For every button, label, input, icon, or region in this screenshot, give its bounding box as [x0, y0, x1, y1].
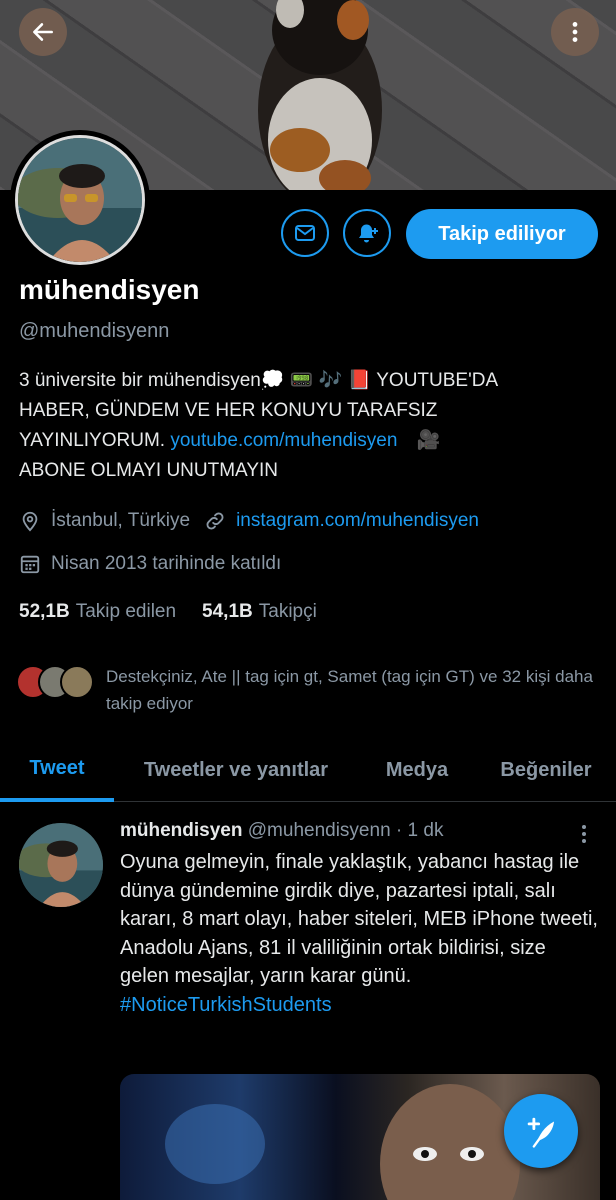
notifications-button[interactable]: [343, 209, 391, 257]
back-button[interactable]: [19, 8, 67, 56]
more-vertical-icon: [582, 825, 586, 843]
bio-emoji: 🎥: [416, 430, 441, 451]
tab-likes[interactable]: Beğeniler: [476, 738, 616, 802]
tweet-time: · 1 dk: [395, 820, 444, 841]
avatar-photo: [18, 138, 142, 262]
joined-text: Nisan 2013 tarihinde katıldı: [51, 553, 282, 574]
followers-count: 54,1B: [202, 601, 253, 622]
avatar: [60, 665, 94, 699]
bio-youtube-link[interactable]: youtube.com/muhendisyen: [170, 430, 397, 451]
tweet-text: Oyuna gelmeyin, finale yaklaştık, yabanc…: [120, 848, 600, 1019]
feather-plus-icon: [527, 1117, 555, 1148]
bio-line: HABER, GÜNDEM VE HER KONUYU TARAFSIZ: [19, 400, 438, 421]
following-stat[interactable]: 52,1B Takip edilen: [19, 601, 176, 623]
tweet-handle[interactable]: @muhendisyenn: [248, 820, 391, 841]
bio-line: 3 üniversite bir mühendisyen💭 📟 🎶 📕 YOUT…: [19, 370, 499, 391]
bio-line: ABONE OLMAYI UNUTMAYIN: [19, 460, 278, 481]
bio-line: YAYINLIYORUM. youtube.com/muhendisyen 🎥: [19, 426, 589, 456]
envelope-icon: [295, 225, 315, 241]
profile-tabs: Tweet Tweetler ve yanıtlar Medya Beğenil…: [0, 738, 616, 802]
arrow-left-icon: [33, 23, 53, 41]
profile-handle: @muhendisyenn: [19, 320, 170, 342]
tweet-header: mühendisyen @muhendisyenn · 1 dk: [120, 820, 443, 842]
tweet-more-button[interactable]: [576, 822, 592, 851]
tweet-avatar[interactable]: [19, 823, 103, 907]
profile-avatar[interactable]: [10, 130, 150, 270]
followers-label: Takipçi: [258, 601, 317, 622]
followed-by-text[interactable]: Destekçiniz, Ate || tag için gt, Samet (…: [106, 663, 596, 717]
following-label: Takip edilen: [75, 601, 177, 622]
following-button[interactable]: Takip ediliyor: [406, 209, 598, 259]
profile-stats: 52,1B Takip edilen 54,1B Takipçi: [19, 601, 317, 623]
avatar-photo: [19, 823, 103, 907]
tweet-author[interactable]: mühendisyen: [120, 820, 242, 841]
followed-by-avatars[interactable]: [16, 665, 94, 699]
tab-media[interactable]: Medya: [358, 738, 476, 802]
cat-photo: [258, 0, 382, 190]
profile-bio: 3 üniversite bir mühendisyen💭 📟 🎶 📕 YOUT…: [19, 366, 589, 486]
tweet-body-text: Oyuna gelmeyin, finale yaklaştık, yabanc…: [120, 851, 598, 987]
bell-plus-icon: [359, 224, 378, 243]
website-link[interactable]: instagram.com/muhendisyen: [236, 510, 479, 532]
tab-tweets-replies[interactable]: Tweetler ve yanıtlar: [114, 738, 358, 802]
profile-name: mühendisyen: [19, 274, 200, 305]
followers-stat[interactable]: 54,1B Takipçi: [202, 601, 317, 623]
message-button[interactable]: [281, 209, 329, 257]
tweet-hashtag[interactable]: #NoticeTurkishStudents: [120, 994, 332, 1016]
profile-location-row: İstanbul, Türkiye instagram.com/muhendis…: [19, 510, 479, 532]
link-icon: [206, 512, 224, 530]
location-pin-icon: [22, 511, 38, 532]
calendar-icon: [20, 555, 40, 574]
more-options-button[interactable]: [551, 8, 599, 56]
bio-text: YAYINLIYORUM.: [19, 430, 171, 451]
avatar: [15, 135, 145, 265]
more-vertical-icon: [572, 22, 578, 42]
tab-tweets[interactable]: Tweet: [0, 738, 114, 802]
compose-tweet-button[interactable]: [504, 1094, 578, 1168]
following-count: 52,1B: [19, 601, 70, 622]
location-text: İstanbul, Türkiye: [51, 510, 191, 531]
profile-joined-row: Nisan 2013 tarihinde katıldı: [19, 553, 281, 575]
